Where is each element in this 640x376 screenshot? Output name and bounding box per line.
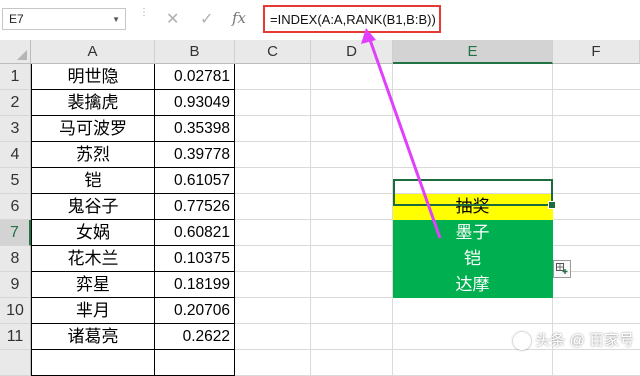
name-box[interactable]: E7 ▼ [2, 8, 126, 30]
spreadsheet-grid: A B C D E F 1 2 3 4 5 6 7 8 9 10 11 明世隐 … [0, 40, 640, 376]
cell-b11[interactable]: 0.2622 [155, 324, 235, 350]
cell-b12[interactable] [155, 350, 235, 376]
select-all-icon [17, 50, 27, 60]
formula-input-extension[interactable] [441, 5, 640, 33]
column-d-cells[interactable] [311, 64, 393, 376]
cell-e7-winner[interactable]: 墨子 [393, 220, 553, 246]
cell-e9-winner[interactable]: 达摩 [393, 272, 553, 298]
column-header-a[interactable]: A [31, 40, 155, 64]
cell-b7[interactable]: 0.60821 [155, 220, 235, 246]
cell-a6[interactable]: 鬼谷子 [31, 194, 155, 220]
cell-a1[interactable]: 明世隐 [31, 64, 155, 90]
row-header-11[interactable]: 11 [0, 324, 31, 350]
cell-e8-winner[interactable]: 铠 [393, 246, 553, 272]
cell-a5[interactable]: 铠 [31, 168, 155, 194]
formula-text: =INDEX(A:A,RANK(B1,B:B)) [270, 12, 436, 27]
cell-b9[interactable]: 0.18199 [155, 272, 235, 298]
cell-b6[interactable]: 0.77526 [155, 194, 235, 220]
row-header-1[interactable]: 1 [0, 64, 31, 90]
watermark-text: 头条 @ 百家号 [535, 332, 634, 349]
cell-b5[interactable]: 0.61057 [155, 168, 235, 194]
cell-b3[interactable]: 0.35398 [155, 116, 235, 142]
cell-b10[interactable]: 0.20706 [155, 298, 235, 324]
cell-a2[interactable]: 裴擒虎 [31, 90, 155, 116]
enter-icon[interactable]: ✓ [200, 9, 213, 29]
row-header-7[interactable]: 7 [0, 220, 31, 246]
row-header-4[interactable]: 4 [0, 142, 31, 168]
quick-analysis-button[interactable] [553, 260, 571, 278]
fx-icon[interactable]: fx [232, 9, 246, 27]
cell-a12[interactable] [31, 350, 155, 376]
cell-a10[interactable]: 芈月 [31, 298, 155, 324]
row-header-6[interactable]: 6 [0, 194, 31, 220]
cell-b4[interactable]: 0.39778 [155, 142, 235, 168]
cell-b1[interactable]: 0.02781 [155, 64, 235, 90]
name-box-value: E7 [9, 12, 24, 26]
column-c-cells[interactable] [235, 64, 311, 376]
chevron-down-icon[interactable]: ▼ [112, 15, 120, 24]
quick-analysis-icon [556, 263, 568, 274]
row-header-12[interactable] [0, 350, 31, 376]
watermark: 头条 @ 百家号 [513, 329, 634, 353]
formula-input[interactable]: =INDEX(A:A,RANK(B1,B:B)) [263, 5, 441, 33]
cell-b2[interactable]: 0.93049 [155, 90, 235, 116]
select-all-button[interactable] [0, 40, 31, 64]
formula-bar: E7 ▼ ⋮ ✕ ✓ fx =INDEX(A:A,RANK(B1,B:B)) [0, 0, 640, 41]
cell-a8[interactable]: 花木兰 [31, 246, 155, 272]
column-header-c[interactable]: C [235, 40, 311, 64]
cell-a11[interactable]: 诸葛亮 [31, 324, 155, 350]
row-header-8[interactable]: 8 [0, 246, 31, 272]
formula-bar-grip[interactable]: ⋮ [139, 8, 149, 28]
column-header-e[interactable]: E [393, 40, 553, 64]
column-header-d[interactable]: D [311, 40, 393, 64]
watermark-logo-icon [513, 332, 532, 351]
column-e-cells-top[interactable] [393, 64, 553, 194]
row-header-5[interactable]: 5 [0, 168, 31, 194]
column-header-f[interactable]: F [553, 40, 640, 64]
cell-a7[interactable]: 女娲 [31, 220, 155, 246]
cell-b8[interactable]: 0.10375 [155, 246, 235, 272]
cell-e6-draw-header[interactable]: 抽奖 [393, 194, 553, 220]
row-header-10[interactable]: 10 [0, 298, 31, 324]
row-header-3[interactable]: 3 [0, 116, 31, 142]
fill-handle[interactable] [548, 201, 556, 209]
cell-a4[interactable]: 苏烈 [31, 142, 155, 168]
row-header-9[interactable]: 9 [0, 272, 31, 298]
row-header-2[interactable]: 2 [0, 90, 31, 116]
column-header-b[interactable]: B [155, 40, 235, 64]
cell-a3[interactable]: 马可波罗 [31, 116, 155, 142]
cell-a9[interactable]: 弈星 [31, 272, 155, 298]
cancel-icon[interactable]: ✕ [166, 9, 179, 29]
